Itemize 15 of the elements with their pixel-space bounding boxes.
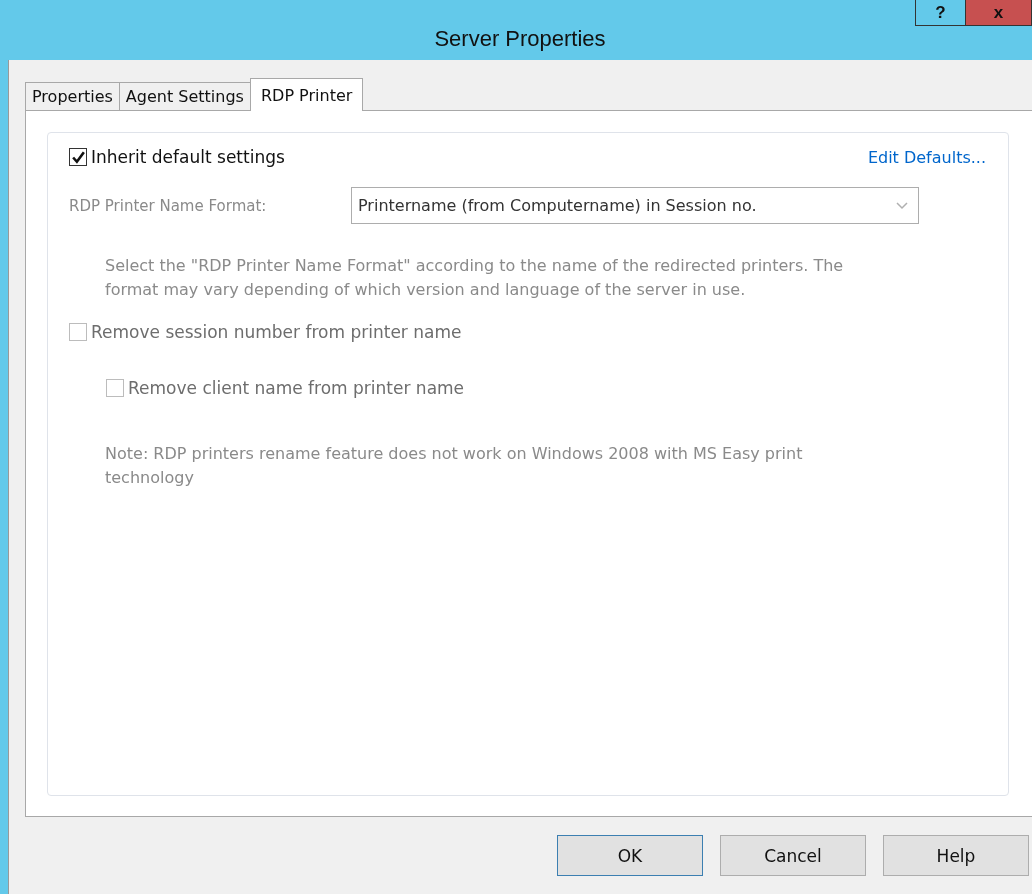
edit-defaults-link[interactable]: Edit Defaults...	[867, 147, 986, 167]
dialog-button[interactable]: Cancel	[720, 835, 866, 876]
help-button[interactable]: ?	[915, 0, 965, 26]
tab[interactable]: RDP Printer	[249, 78, 364, 111]
caret-icon	[896, 201, 908, 210]
checkbox[interactable]	[69, 148, 87, 166]
field-label: RDP Printer Name Format:	[69, 196, 268, 215]
dialog-button[interactable]: Help	[883, 835, 1029, 876]
checkbox-label[interactable]: Inherit default settings	[91, 147, 285, 167]
dialog-button[interactable]: OK	[557, 835, 703, 876]
description-text: Select the "RDP Printer Name Format" according to the name of the redirected printers. The format may vary depending of which version and language of the server in use.	[105, 255, 845, 301]
tab[interactable]: Properties	[25, 82, 120, 110]
note-text: Note: RDP printers rename feature does not work on Windows 2008 with MS Easy print technology	[105, 443, 804, 489]
window-title: Server Properties	[434, 26, 606, 52]
close-button[interactable]: x	[965, 0, 1032, 26]
